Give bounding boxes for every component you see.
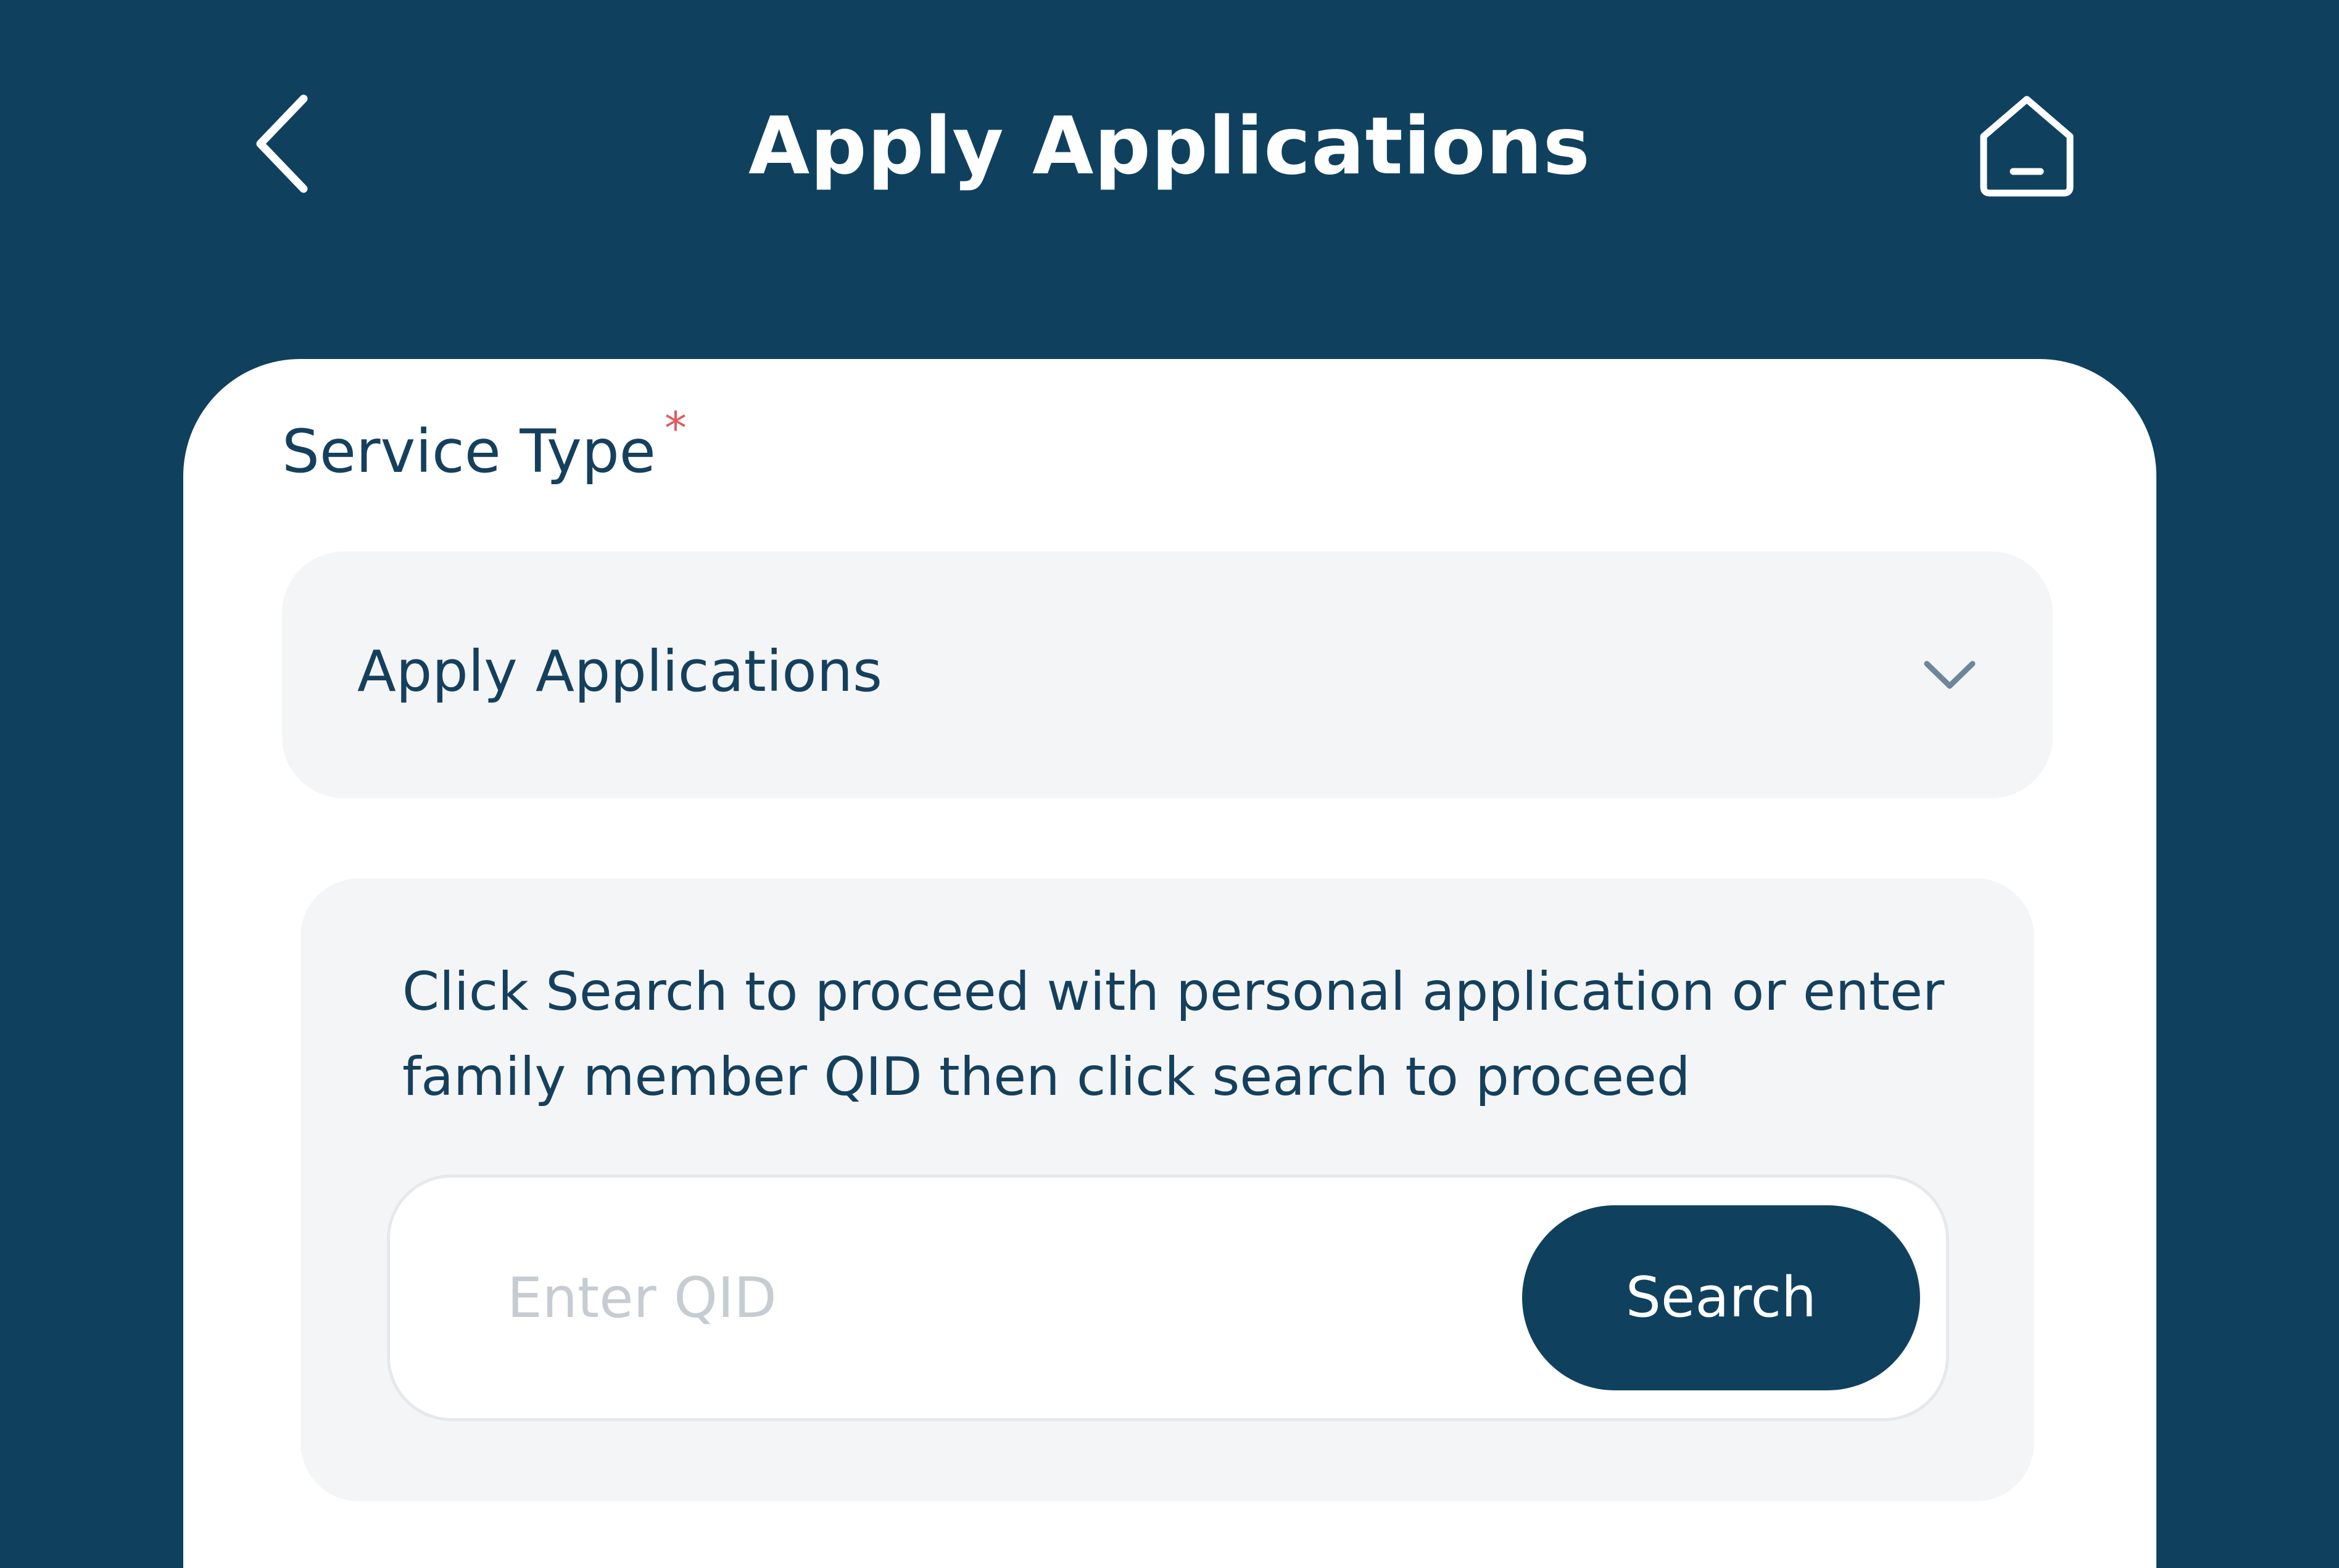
- app-header: Apply Applications: [0, 0, 2339, 358]
- chevron-down-icon: [1922, 650, 1977, 699]
- qid-search-row: Search: [387, 1174, 1949, 1421]
- service-type-select[interactable]: Apply Applications: [282, 551, 2053, 798]
- instruction-text: Click Search to proceed with personal ap…: [402, 961, 1945, 1108]
- qid-input[interactable]: [507, 1252, 1433, 1344]
- home-icon: [1977, 93, 2076, 200]
- service-type-label: Service Type: [282, 417, 656, 486]
- home-button[interactable]: [1971, 85, 2082, 208]
- search-button[interactable]: Search: [1522, 1205, 1920, 1390]
- service-type-selected-value: Apply Applications: [357, 638, 882, 704]
- required-marker: *: [664, 402, 687, 454]
- qid-search-panel: Click Search to proceed with personal ap…: [300, 878, 2034, 1501]
- form-card: Service Type * Apply Applications Click …: [183, 359, 2156, 1568]
